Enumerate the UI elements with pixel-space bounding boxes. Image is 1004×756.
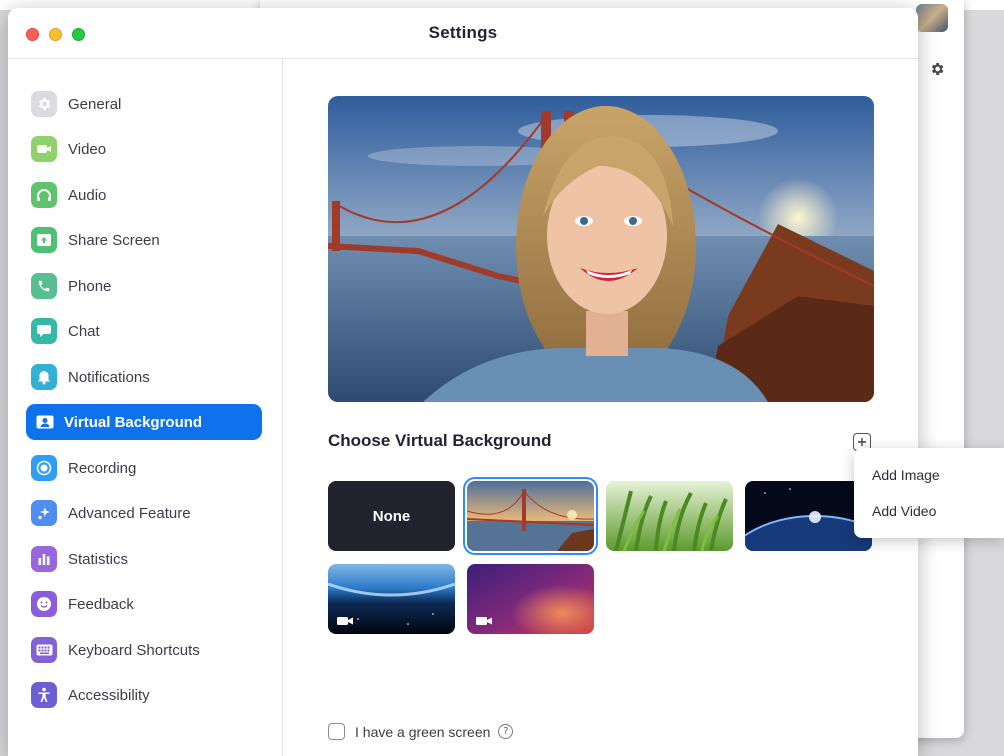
video-badge-icon	[475, 614, 493, 626]
sidebar-item-label: Share Screen	[68, 231, 160, 249]
sidebar-item-accessibility[interactable]: Accessibility	[26, 677, 262, 713]
sidebar-item-keyboard-shortcuts[interactable]: Keyboard Shortcuts	[26, 632, 262, 668]
window-title: Settings	[428, 23, 498, 42]
add-background-menu: Add Image Add Video	[854, 448, 1004, 538]
sidebar-item-label: Notifications	[68, 368, 150, 386]
sidebar-item-label: Advanced Feature	[68, 504, 191, 522]
sidebar-item-label: General	[68, 95, 122, 113]
help-icon[interactable]: ?	[498, 724, 514, 739]
green-screen-option: I have a green screen ?	[328, 723, 514, 740]
settings-window: Settings General Video Audio Share Scree…	[8, 8, 918, 756]
person-card-icon	[35, 409, 55, 435]
sidebar-item-virtual-background[interactable]: Virtual Background	[26, 404, 262, 440]
sidebar-item-label: Chat	[68, 322, 100, 340]
video-camera-icon	[31, 136, 57, 162]
title-bar: Settings	[8, 8, 918, 59]
bar-chart-icon	[31, 546, 57, 572]
share-screen-icon	[31, 227, 57, 253]
sparkles-icon	[31, 500, 57, 526]
sidebar-item-phone[interactable]: Phone	[26, 268, 262, 304]
headphones-icon	[31, 182, 57, 208]
background-thumb-golden-gate[interactable]	[467, 481, 594, 551]
thumb-label: None	[372, 507, 411, 525]
background-thumb-earth-horizon[interactable]	[328, 564, 455, 634]
background-thumb-grass[interactable]	[606, 481, 733, 551]
background-thumb-purple-gradient[interactable]	[467, 564, 594, 634]
sidebar-item-label: Recording	[68, 459, 137, 477]
gear-icon[interactable]	[926, 58, 948, 80]
sidebar-item-label: Feedback	[68, 595, 134, 613]
sidebar-item-label: Accessibility	[68, 686, 150, 704]
chat-bubble-icon	[31, 318, 57, 344]
plus-icon	[858, 438, 866, 446]
sidebar-item-label: Virtual Background	[64, 413, 203, 431]
sidebar-item-general[interactable]: General	[26, 86, 262, 122]
gear-icon	[31, 91, 57, 117]
sidebar-item-notifications[interactable]: Notifications	[26, 359, 262, 395]
sidebar-item-advanced-feature[interactable]: Advanced Feature	[26, 495, 262, 531]
settings-sidebar: General Video Audio Share Screen Phone C…	[8, 59, 283, 756]
sidebar-item-recording[interactable]: Recording	[26, 450, 262, 486]
green-screen-label[interactable]: I have a green screen	[355, 724, 490, 740]
sidebar-item-feedback[interactable]: Feedback	[26, 586, 262, 622]
bell-icon	[31, 364, 57, 390]
sidebar-item-label: Video	[68, 140, 107, 158]
sidebar-item-statistics[interactable]: Statistics	[26, 541, 262, 577]
sidebar-item-chat[interactable]: Chat	[26, 313, 262, 349]
green-screen-checkbox[interactable]	[328, 723, 345, 740]
menu-item-add-video[interactable]: Add Video	[872, 503, 936, 519]
camera-preview	[328, 96, 874, 402]
virtual-background-panel: Choose Virtual Background None I have a …	[283, 59, 918, 756]
keyboard-icon	[31, 637, 57, 663]
smiley-icon	[31, 591, 57, 617]
section-title: Choose Virtual Background	[328, 431, 552, 450]
video-badge-icon	[336, 614, 354, 626]
sidebar-item-label: Phone	[68, 277, 112, 295]
sidebar-item-share-screen[interactable]: Share Screen	[26, 222, 262, 258]
sidebar-item-label: Audio	[68, 186, 107, 204]
avatar[interactable]	[916, 4, 948, 32]
menu-item-add-image[interactable]: Add Image	[872, 467, 940, 483]
accessibility-icon	[31, 682, 57, 708]
record-icon	[31, 455, 57, 481]
sidebar-item-audio[interactable]: Audio	[26, 177, 262, 213]
sidebar-item-label: Keyboard Shortcuts	[68, 641, 200, 659]
background-thumb-none[interactable]: None	[328, 481, 455, 551]
sidebar-item-video[interactable]: Video	[26, 131, 262, 167]
phone-icon	[31, 273, 57, 299]
background-thumb-earth-space[interactable]	[745, 481, 872, 551]
sidebar-item-label: Statistics	[68, 550, 129, 568]
